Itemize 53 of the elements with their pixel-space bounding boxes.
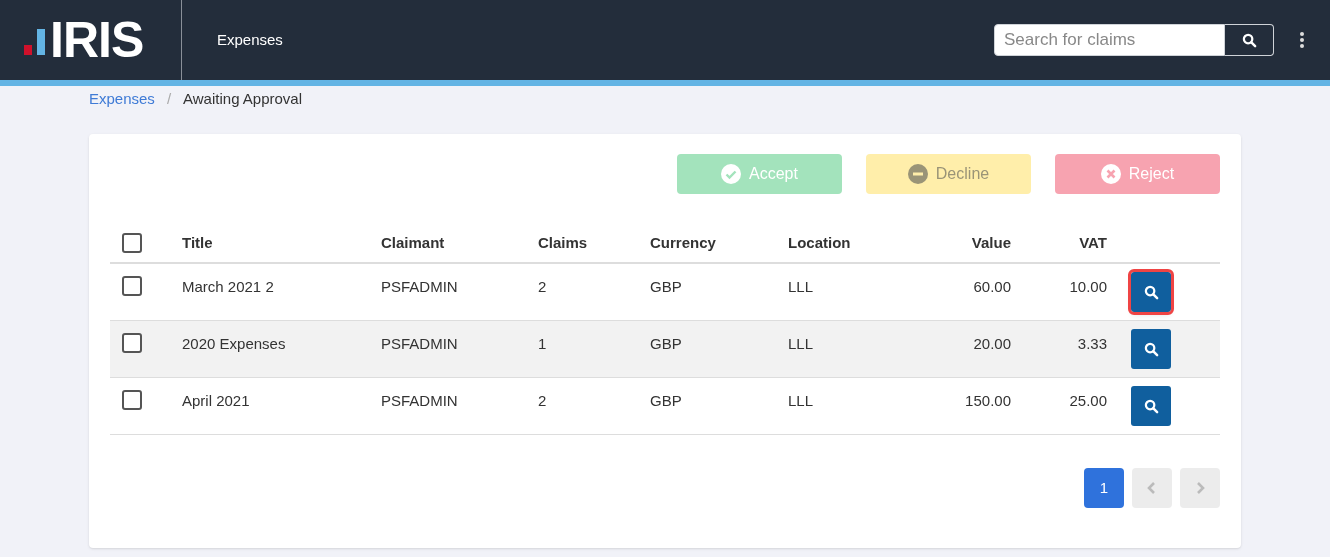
- table-cell: 25.00: [1069, 392, 1107, 409]
- table-cell: GBP: [650, 278, 682, 295]
- column-header: Value: [971, 233, 1011, 251]
- x-circle-icon: [1100, 164, 1121, 184]
- column-header: Title: [182, 233, 213, 251]
- search-icon: [1241, 32, 1257, 48]
- column-header: VAT: [1079, 233, 1107, 251]
- check-circle-icon: [721, 164, 742, 184]
- checkbox[interactable]: [122, 333, 142, 353]
- table-cell: 1: [538, 335, 547, 352]
- table-cell: LLL: [788, 392, 814, 409]
- minus-circle-icon: [907, 164, 928, 184]
- table-cell: 3.33: [1077, 335, 1107, 352]
- column-header: Location: [788, 233, 851, 251]
- column-header: Currency: [650, 233, 716, 251]
- search-icon: [1143, 284, 1159, 300]
- table-cell: 150.00: [965, 392, 1011, 409]
- search-button[interactable]: [1225, 24, 1274, 56]
- view-button[interactable]: [1131, 386, 1171, 426]
- search-icon: [1143, 341, 1159, 357]
- column-header: Claims: [538, 233, 588, 251]
- table-cell: March 2021 2: [182, 278, 274, 295]
- table-cell: LLL: [788, 335, 814, 352]
- table-cell: GBP: [650, 335, 682, 352]
- more-vertical-icon[interactable]: [1299, 31, 1305, 49]
- checkbox[interactable]: [122, 233, 142, 253]
- search-field[interactable]: Search for claims: [994, 24, 1225, 56]
- table-cell: GBP: [650, 392, 682, 409]
- table-cell: 60.00: [973, 278, 1011, 295]
- checkbox[interactable]: [122, 276, 142, 296]
- chevron-left-icon: [1147, 481, 1157, 495]
- table-cell: PSFADMIN: [381, 278, 458, 295]
- page-button[interactable]: 1: [1084, 468, 1124, 508]
- chevron-right-icon: [1195, 481, 1205, 495]
- table-cell: 2020 Expenses: [182, 335, 286, 352]
- logo[interactable]: IRIS: [50, 15, 144, 65]
- table-cell: 20.00: [973, 335, 1011, 352]
- table-cell: LLL: [788, 278, 814, 295]
- table-cell: 2: [538, 278, 547, 295]
- table-cell: PSFADMIN: [381, 335, 458, 352]
- view-button[interactable]: [1131, 329, 1171, 369]
- breadcrumb-link[interactable]: Expenses: [89, 87, 155, 111]
- app-title[interactable]: Expenses: [217, 28, 283, 52]
- column-header: Claimant: [381, 233, 445, 251]
- table-cell: April 2021: [182, 392, 250, 409]
- table-cell: PSFADMIN: [381, 392, 458, 409]
- checkbox[interactable]: [122, 390, 142, 410]
- view-button[interactable]: [1131, 272, 1171, 312]
- breadcrumb-current: Awaiting Approval: [183, 88, 302, 109]
- search-icon: [1143, 398, 1159, 414]
- table-cell: 10.00: [1069, 278, 1107, 295]
- breadcrumb-separator: /: [166, 88, 172, 109]
- table-cell: 2: [538, 392, 547, 409]
